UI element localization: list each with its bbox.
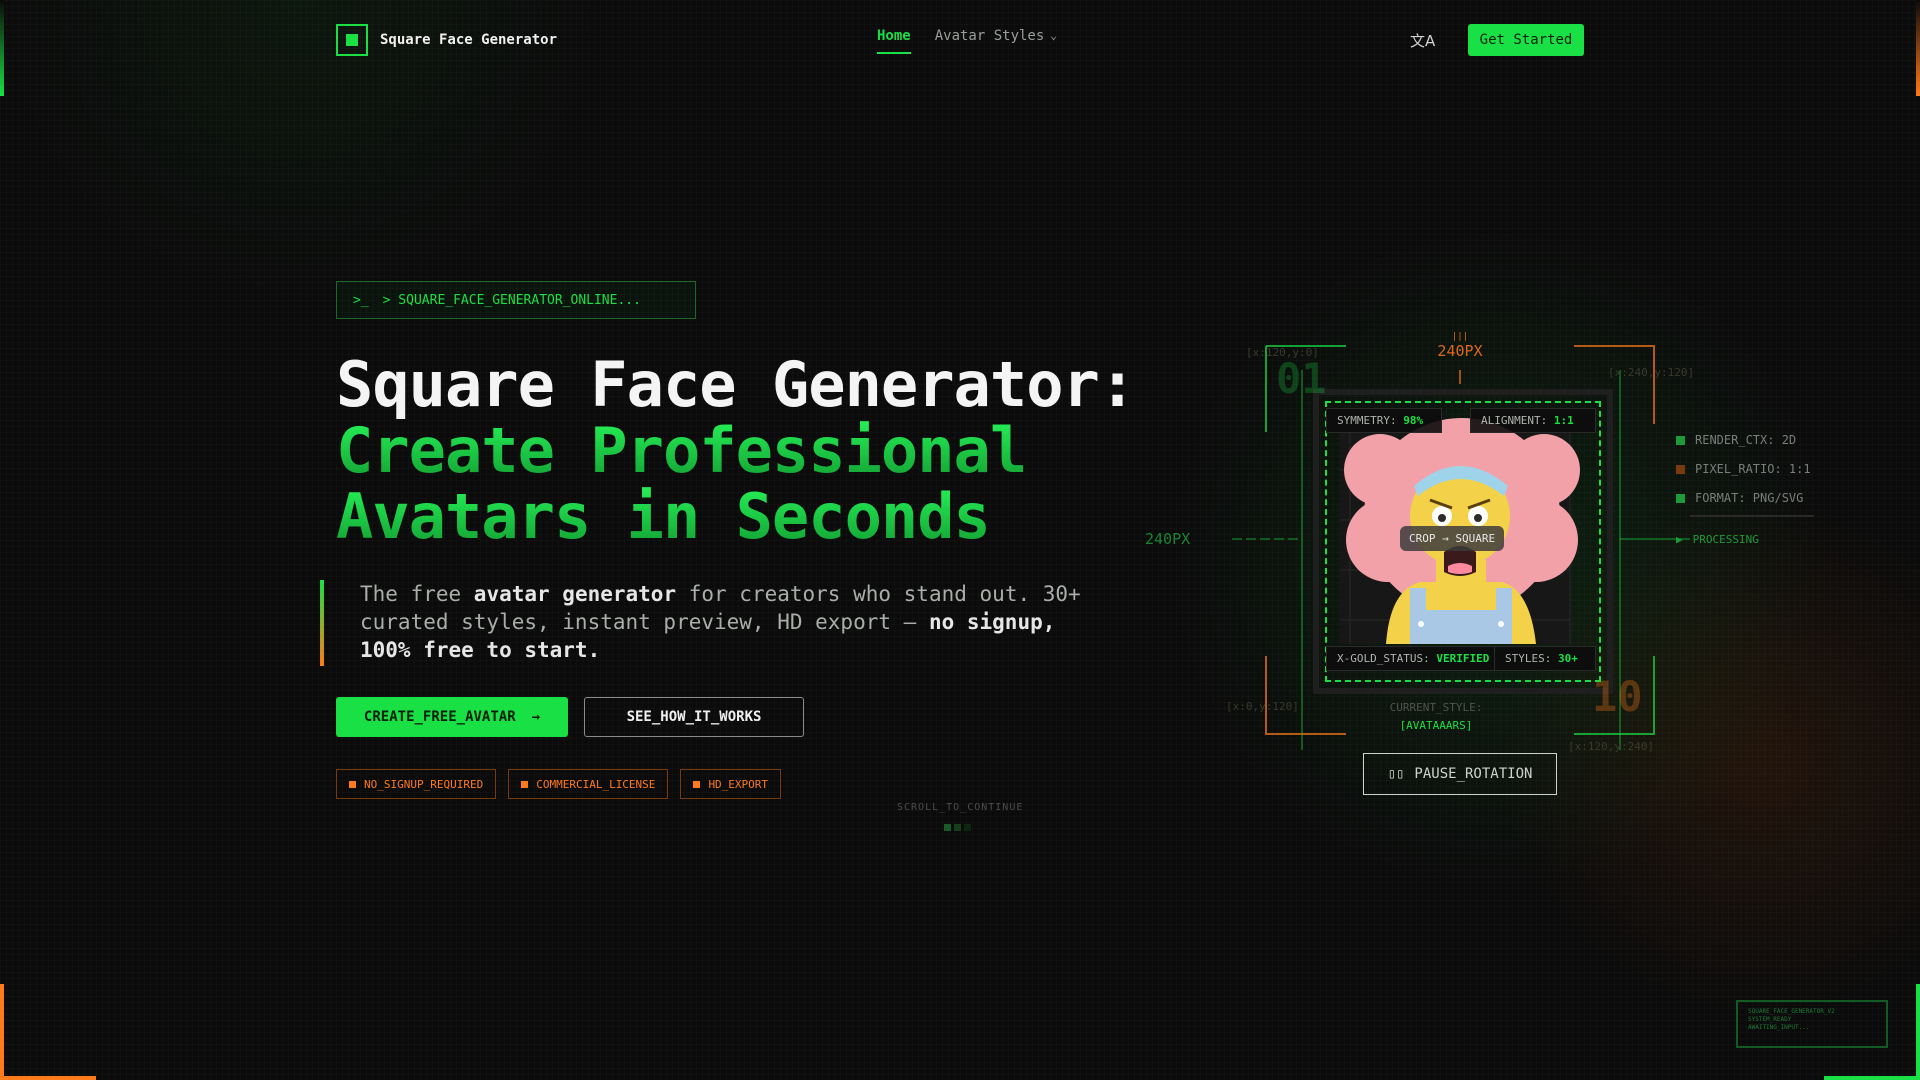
status-render-ctx: RENDER_CTX: 2D (1676, 426, 1811, 455)
pause-icon: ▯▯ (1387, 766, 1405, 782)
status-square-icon (1676, 436, 1685, 445)
status-pill: X-GOLD_STATUS: VERIFIED (1326, 646, 1496, 671)
frame-decorations (1232, 345, 1814, 750)
status-format: FORMAT: PNG/SVG (1676, 484, 1811, 513)
coord-bottom: [x:120,y:240] (1568, 740, 1655, 753)
system-status-panel: RENDER_CTX: 2D PIXEL_RATIO: 1:1 FORMAT: … (1676, 426, 1811, 554)
current-style-value: [AVATAAARS] (1399, 719, 1473, 732)
pause-rotation-label: PAUSE_ROTATION (1414, 766, 1533, 782)
pause-rotation-button[interactable]: ▯▯ PAUSE_ROTATION (1363, 753, 1557, 795)
current-style-label: CURRENT_STYLE: (1389, 701, 1483, 714)
status-pixel-ratio: PIXEL_RATIO: 1:1 (1676, 455, 1811, 484)
status-label: X-GOLD_STATUS: (1337, 652, 1430, 665)
current-style: CURRENT_STYLE: [AVATAAARS] (1364, 699, 1508, 735)
coord-right: [x:240,y:120] (1608, 366, 1695, 379)
styles-value: 30+ (1557, 652, 1578, 665)
symmetry-pill: SYMMETRY: 98% (1326, 408, 1442, 433)
corner-number-10: 10 (1592, 672, 1643, 721)
alignment-value: 1:1 (1553, 414, 1574, 427)
processing-label: PROCESSING (1692, 533, 1759, 546)
symmetry-label: SYMMETRY: (1337, 414, 1397, 427)
footer-log-panel: SQUARE_FACE_GENERATOR_V2 SYSTEM_READY AW… (1736, 1000, 1888, 1048)
status-text: RENDER_CTX: 2D (1695, 433, 1797, 447)
dimension-left: 240PX (1145, 530, 1191, 548)
log-line: SQUARE_FACE_GENERATOR_V2 (1748, 1008, 1835, 1015)
play-icon: ▶ (1676, 533, 1683, 546)
dimension-top: ||| 240PX (1436, 332, 1484, 360)
status-text: PIXEL_RATIO: 1:1 (1695, 462, 1811, 476)
log-line: AWAITING_INPUT... (1748, 1024, 1810, 1031)
dimension-top-label: 240PX (1437, 342, 1483, 360)
status-text: FORMAT: PNG/SVG (1695, 491, 1804, 505)
log-line: SYSTEM_READY (1748, 1016, 1792, 1023)
status-square-icon (1676, 465, 1685, 474)
alignment-pill: ALIGNMENT: 1:1 (1470, 408, 1596, 433)
styles-pill: STYLES: 30+ (1494, 646, 1596, 671)
coord-left: [x:0,y:120] (1226, 700, 1299, 713)
alignment-label: ALIGNMENT: (1481, 414, 1548, 427)
crop-square-tag: CROP → SQUARE (1400, 526, 1505, 551)
dimension-top-marker: ||| (1451, 332, 1469, 342)
styles-label: STYLES: (1505, 652, 1552, 665)
status-value: VERIFIED (1436, 652, 1490, 665)
status-processing: ▶ PROCESSING (1676, 525, 1811, 554)
corner-number-01: 01 (1276, 354, 1327, 403)
symmetry-value: 98% (1403, 414, 1424, 427)
status-square-icon (1676, 494, 1685, 503)
